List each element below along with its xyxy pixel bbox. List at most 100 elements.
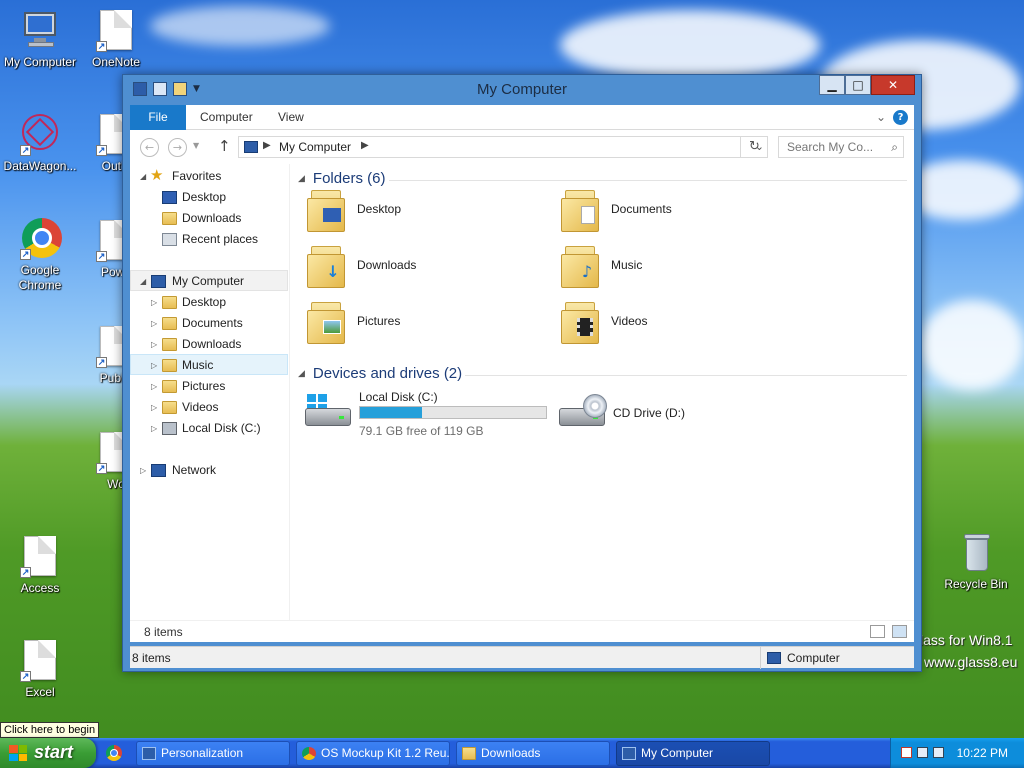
collapsed-arrow-icon[interactable]: ▷ [151,313,157,334]
network-tray-icon[interactable] [917,747,928,758]
action-center-icon[interactable] [901,747,912,758]
nav-favorites[interactable]: ◢ ★ Favorites [130,166,288,187]
folder-tile-downloads[interactable]: ↓ Downloads [307,244,547,294]
details-bar: 8 items [130,620,914,642]
ribbon-tabs: File Computer View ⌄ ? [130,105,914,130]
taskbar-button-downloads[interactable]: Downloads [456,741,610,766]
nav-desktop[interactable]: ▷ Desktop [130,292,288,313]
collapse-group-icon[interactable]: ◢ [298,173,305,183]
nav-documents[interactable]: ▷ Documents [130,313,288,334]
up-button[interactable]: ↑ [218,137,231,155]
search-input[interactable] [779,137,879,157]
collapsed-arrow-icon[interactable]: ▷ [151,376,157,397]
minimize-button[interactable]: ▁ [819,75,845,95]
recycle-bin-icon [956,532,996,574]
star-icon: ★ [150,167,164,184]
expanded-arrow-icon[interactable]: ◢ [140,166,146,187]
nav-pictures[interactable]: ▷ Pictures [130,376,288,397]
collapsed-arrow-icon[interactable]: ▷ [151,292,157,313]
taskbar: start Personalization OS Mockup Kit 1.2 … [0,738,1024,768]
collapsed-arrow-icon[interactable]: ▷ [151,355,157,376]
refresh-button[interactable]: ↻ [740,136,768,158]
expanded-arrow-icon[interactable]: ◢ [140,271,146,292]
shortcut-arrow-icon: ↗ [96,41,107,52]
start-button[interactable]: start [0,738,96,768]
details-view-icon[interactable] [870,625,885,638]
volume-icon[interactable] [933,747,944,758]
breadcrumb-separator-icon[interactable]: ▶ [361,140,369,151]
drive-free-space: 79.1 GB free of 119 GB [359,424,484,438]
folder-tile-desktop[interactable]: Desktop [307,188,547,238]
desktop-icon-label: Recycle Bin [944,577,1008,591]
collapsed-arrow-icon[interactable]: ▷ [151,418,157,439]
desktop-icon-label: DataWagon... [3,159,77,173]
nav-local-disk[interactable]: ▷ Local Disk (C:) [130,418,288,439]
taskbar-button-my-computer[interactable]: My Computer [616,741,770,766]
title-bar[interactable]: ▼ My Computer ▁ □ ✕ [123,75,921,105]
desktop-icon-label: Access [20,581,60,595]
address-bar[interactable]: ▶ My Computer ▶ ⌄ [238,136,768,158]
personalization-icon [142,747,156,760]
desktop-icon-recycle-bin[interactable]: Recycle Bin [936,532,1016,592]
search-icon[interactable]: ⌕ [891,140,898,155]
folder-tile-pictures[interactable]: Pictures [307,300,547,350]
folder-tile-videos[interactable]: Videos [561,300,801,350]
nav-my-computer[interactable]: ◢ My Computer [130,270,288,291]
nav-videos[interactable]: ▷ Videos [130,397,288,418]
navigation-pane: ◢ ★ Favorites Desktop Downloads Recent p… [130,164,290,640]
nav-downloads[interactable]: ▷ Downloads [130,334,288,355]
nav-recent-places[interactable]: Recent places [130,229,288,250]
nav-favorites-downloads[interactable]: Downloads [130,208,288,229]
search-box[interactable]: ⌕ [778,136,904,158]
collapse-group-icon[interactable]: ◢ [298,368,305,378]
tab-file[interactable]: File [130,105,186,130]
breadcrumb-my-computer[interactable]: My Computer [279,140,351,154]
folder-tile-music[interactable]: ♪ Music [561,244,801,294]
tab-view[interactable]: View [264,105,318,130]
main-pane: ◢ Folders (6) Desktop Documents ↓ Downloa… [293,164,913,640]
drive-tile-local-disk[interactable]: Local Disk (C:) 79.1 GB free of 119 GB [305,386,555,446]
datawagon-icon: ↗ [20,114,60,156]
help-icon[interactable]: ? [893,110,908,125]
breadcrumb-separator-icon[interactable]: ▶ [263,140,271,151]
nav-network[interactable]: ▷ Network [130,460,288,481]
back-button[interactable]: ← [140,138,159,157]
forward-button[interactable]: → [168,138,187,157]
devices-group-header[interactable]: ◢ Devices and drives (2) [298,365,462,385]
tab-computer[interactable]: Computer [186,105,267,130]
expand-ribbon-chevron-icon[interactable]: ⌄ [876,110,886,124]
group-title: Devices and drives (2) [312,365,463,382]
downloads-folder-icon: ↓ [307,244,347,290]
collapsed-arrow-icon[interactable]: ▷ [151,334,157,355]
shortcut-arrow-icon: ↗ [20,249,31,260]
desktop-icon-my-computer[interactable]: My Computer [0,10,80,70]
desktop-icon [162,191,177,204]
drive-tile-cd-drive[interactable]: CD Drive (D:) [559,386,799,446]
taskbar-button-os-mockup-kit[interactable]: OS Mockup Kit 1.2 Reu... [296,741,450,766]
group-title: Folders (6) [312,170,386,187]
desktop-icon-onenote[interactable]: ↗ OneNote [76,10,156,70]
folder-name: Documents [611,202,672,216]
recent-locations-chevron-icon[interactable]: ▼ [193,141,199,150]
content-area: ◢ ★ Favorites Desktop Downloads Recent p… [130,164,914,640]
desktop-icon-google-chrome[interactable]: ↗ Google Chrome [0,218,80,293]
close-button[interactable]: ✕ [871,75,915,95]
large-icons-view-icon[interactable] [892,625,907,638]
folder-tile-documents[interactable]: Documents [561,188,801,238]
watermark-text: lass for Win8.1 [920,632,1013,648]
maximize-button[interactable]: □ [845,75,871,95]
nav-music[interactable]: ▷ Music [130,354,288,375]
desktop-icon-datawagon[interactable]: ↗ DataWagon... [0,114,80,174]
collapsed-arrow-icon[interactable]: ▷ [140,460,146,481]
chrome-quicklaunch-icon[interactable] [106,745,122,761]
clock[interactable]: 10:22 PM [957,746,1008,760]
nav-favorites-desktop[interactable]: Desktop [130,187,288,208]
folder-name: Music [611,258,643,272]
folders-group-header[interactable]: ◢ Folders (6) [298,170,385,190]
collapsed-arrow-icon[interactable]: ▷ [151,397,157,418]
group-divider [465,375,907,376]
desktop-icon-access[interactable]: ↗ Access [0,536,80,596]
nav-label: Recent places [182,232,259,246]
taskbar-button-personalization[interactable]: Personalization [136,741,290,766]
desktop-icon-excel[interactable]: ↗ Excel [0,640,80,700]
